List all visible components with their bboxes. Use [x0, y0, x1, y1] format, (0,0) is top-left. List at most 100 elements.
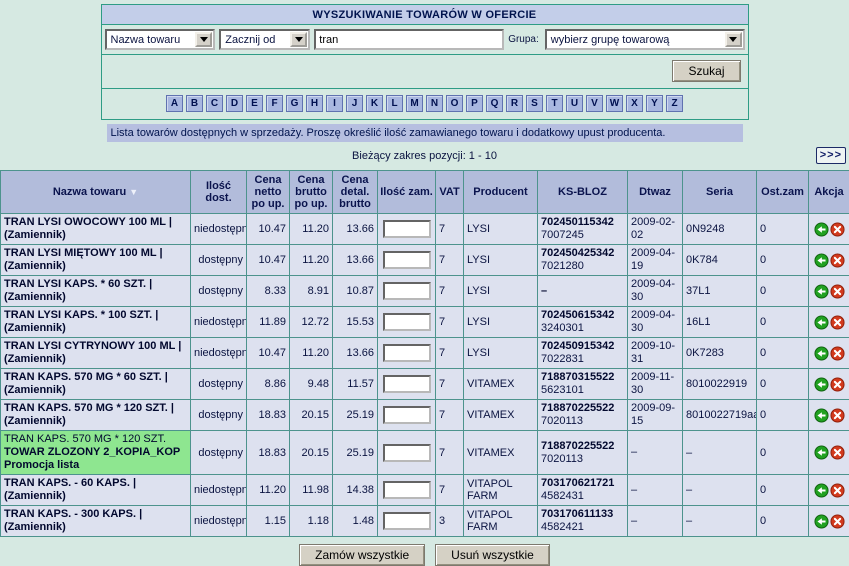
letter-link-Y[interactable]: Y [646, 95, 663, 112]
add-to-order-icon[interactable] [814, 377, 829, 392]
remove-item-icon[interactable] [830, 315, 845, 330]
header-nazwa-towaru[interactable]: Nazwa towaru▼ [1, 171, 191, 214]
add-to-order-icon[interactable] [814, 445, 829, 460]
remove-item-icon[interactable] [830, 514, 845, 529]
add-to-order-icon[interactable] [814, 253, 829, 268]
quantity-input[interactable] [383, 282, 431, 300]
letter-link-P[interactable]: P [466, 95, 483, 112]
producer-cell: LYSI [464, 245, 538, 276]
price-brutto-cell: 20.15 [290, 431, 333, 475]
range-text: Bieżący zakres pozycji: 1 - 10 [352, 150, 497, 162]
letter-link-U[interactable]: U [566, 95, 583, 112]
next-page-button[interactable]: >>> [816, 147, 846, 164]
quantity-input[interactable] [383, 444, 431, 462]
chevron-down-icon[interactable] [195, 32, 212, 47]
letter-link-A[interactable]: A [166, 95, 183, 112]
price-detal-cell: 13.66 [333, 214, 378, 245]
remove-item-icon[interactable] [830, 408, 845, 423]
add-to-order-icon[interactable] [814, 408, 829, 423]
header-cena-brutto: Cena brutto po up. [290, 171, 333, 214]
letter-link-E[interactable]: E [246, 95, 263, 112]
producer-cell: VITAMEX [464, 431, 538, 475]
letter-link-R[interactable]: R [506, 95, 523, 112]
letter-link-D[interactable]: D [226, 95, 243, 112]
vat-cell: 7 [436, 369, 464, 400]
letter-link-Q[interactable]: Q [486, 95, 503, 112]
ost-zam-cell: 0 [757, 369, 809, 400]
add-to-order-icon[interactable] [814, 222, 829, 237]
chevron-down-icon[interactable] [290, 32, 307, 47]
vat-cell: 7 [436, 431, 464, 475]
letter-link-G[interactable]: G [286, 95, 303, 112]
add-to-order-icon[interactable] [814, 346, 829, 361]
search-button[interactable]: Szukaj [672, 60, 740, 82]
letter-link-O[interactable]: O [446, 95, 463, 112]
add-to-order-icon[interactable] [814, 483, 829, 498]
price-brutto-cell: 11.20 [290, 214, 333, 245]
letter-link-Z[interactable]: Z [666, 95, 683, 112]
header-cena-detal: Cena detal. brutto [333, 171, 378, 214]
delete-all-button[interactable]: Usuń wszystkie [435, 544, 550, 566]
chevron-down-icon[interactable] [725, 32, 742, 47]
letter-link-K[interactable]: K [366, 95, 383, 112]
search-mode-select[interactable]: Zacznij od [219, 29, 310, 50]
availability-cell: niedostępny [191, 475, 247, 506]
header-ilosc-dost: Ilość dost. [191, 171, 247, 214]
remove-item-icon[interactable] [830, 445, 845, 460]
letter-link-B[interactable]: B [186, 95, 203, 112]
quantity-input[interactable] [383, 313, 431, 331]
quantity-input[interactable] [383, 344, 431, 362]
availability-cell: niedostępny [191, 506, 247, 537]
quantity-input[interactable] [383, 220, 431, 238]
search-query-input[interactable] [314, 29, 504, 50]
letter-link-X[interactable]: X [626, 95, 643, 112]
letter-link-J[interactable]: J [346, 95, 363, 112]
remove-item-icon[interactable] [830, 346, 845, 361]
ost-zam-cell: 0 [757, 214, 809, 245]
letter-link-L[interactable]: L [386, 95, 403, 112]
ost-zam-cell: 0 [757, 245, 809, 276]
table-row: TRAN LYSI CYTRYNOWY 100 ML |(Zamiennik)n… [1, 338, 849, 369]
add-to-order-icon[interactable] [814, 514, 829, 529]
availability-cell: dostępny [191, 276, 247, 307]
quantity-input[interactable] [383, 481, 431, 499]
letter-link-I[interactable]: I [326, 95, 343, 112]
table-row: TRAN KAPS. - 60 KAPS. |(Zamiennik)niedos… [1, 475, 849, 506]
letter-link-H[interactable]: H [306, 95, 323, 112]
letter-link-F[interactable]: F [266, 95, 283, 112]
quantity-cell [378, 276, 436, 307]
quantity-input[interactable] [383, 375, 431, 393]
letter-link-C[interactable]: C [206, 95, 223, 112]
table-row: TRAN KAPS. 570 MG * 120 SZT. |(Zamiennik… [1, 400, 849, 431]
quantity-input[interactable] [383, 406, 431, 424]
seria-cell: 8010022719aa [683, 400, 757, 431]
letter-link-V[interactable]: V [586, 95, 603, 112]
ks-bloz-cell: 7188703155225623101 [538, 369, 628, 400]
letter-link-S[interactable]: S [526, 95, 543, 112]
header-akcja: Akcja [809, 171, 849, 214]
order-all-button[interactable]: Zamów wszystkie [299, 544, 425, 566]
remove-item-icon[interactable] [830, 253, 845, 268]
add-to-order-icon[interactable] [814, 284, 829, 299]
letter-link-N[interactable]: N [426, 95, 443, 112]
letter-link-M[interactable]: M [406, 95, 423, 112]
availability-cell: dostępny [191, 245, 247, 276]
letter-link-W[interactable]: W [606, 95, 623, 112]
remove-item-icon[interactable] [830, 284, 845, 299]
ost-zam-cell: 0 [757, 506, 809, 537]
search-field-select[interactable]: Nazwa towaru [105, 29, 216, 50]
add-to-order-icon[interactable] [814, 315, 829, 330]
ost-zam-cell: 0 [757, 276, 809, 307]
ks-bloz-cell: 7031706111334582421 [538, 506, 628, 537]
ost-zam-cell: 0 [757, 431, 809, 475]
remove-item-icon[interactable] [830, 377, 845, 392]
group-select[interactable]: wybierz grupę towarową [545, 29, 745, 50]
remove-item-icon[interactable] [830, 483, 845, 498]
availability-cell: niedostępny [191, 214, 247, 245]
producer-cell: LYSI [464, 214, 538, 245]
sort-desc-icon: ▼ [126, 187, 138, 197]
remove-item-icon[interactable] [830, 222, 845, 237]
quantity-input[interactable] [383, 251, 431, 269]
quantity-input[interactable] [383, 512, 431, 530]
letter-link-T[interactable]: T [546, 95, 563, 112]
